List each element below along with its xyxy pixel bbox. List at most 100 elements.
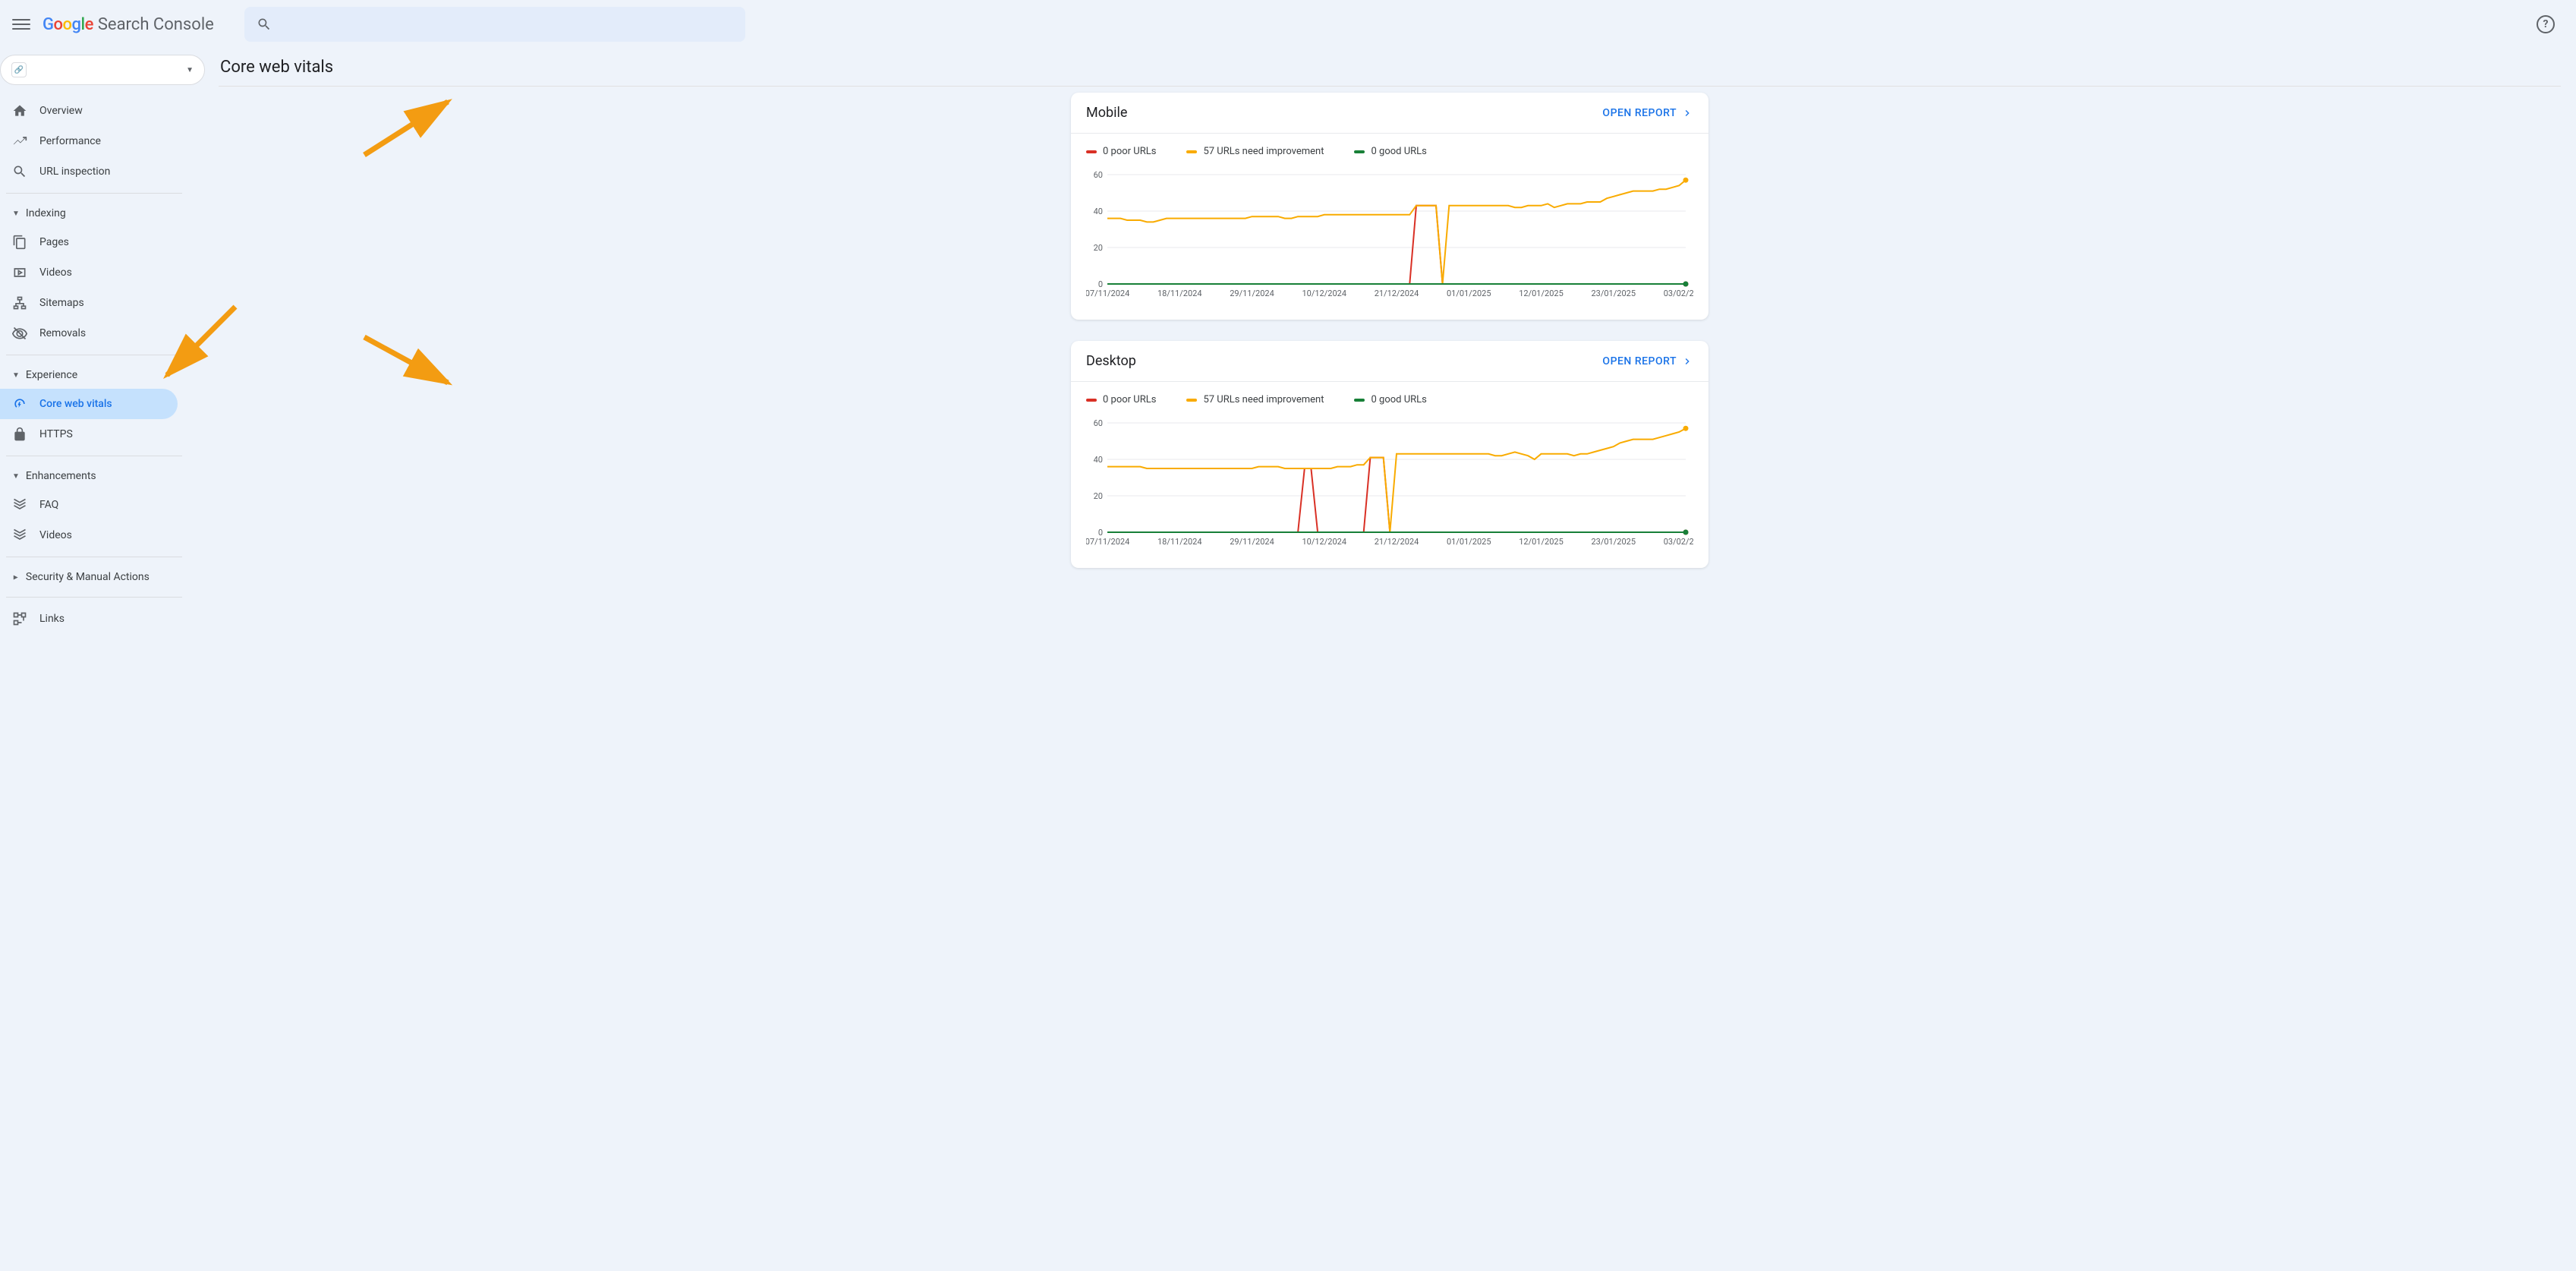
chevron-right-icon <box>1681 107 1693 119</box>
legend-label: 57 URLs need improvement <box>1203 146 1324 157</box>
chart-card-mobile: MobileOPEN REPORT0 poor URLs57 URLs need… <box>1071 93 1708 320</box>
svg-text:18/11/2024: 18/11/2024 <box>1157 289 1202 298</box>
app-logo[interactable]: Google Search Console <box>43 15 214 34</box>
search-input[interactable] <box>244 7 745 42</box>
sidebar-item-faq[interactable]: FAQ <box>0 490 178 520</box>
sidebar-item-label: Videos <box>39 266 72 279</box>
speed-icon <box>12 396 27 412</box>
sidebar-item-label: Links <box>39 613 65 625</box>
legend-item: 0 good URLs <box>1354 146 1426 157</box>
legend-item: 57 URLs need improvement <box>1186 394 1324 405</box>
property-icon: 🔗 <box>11 62 27 77</box>
sidebar-item-links[interactable]: Links <box>0 604 178 634</box>
svg-text:18/11/2024: 18/11/2024 <box>1157 537 1202 547</box>
open-report-link[interactable]: OPEN REPORT <box>1602 107 1693 119</box>
links-icon <box>12 611 27 626</box>
sidebar-item-removals[interactable]: Removals <box>0 318 178 348</box>
legend-label: 0 poor URLs <box>1103 394 1156 405</box>
sidebar-item-label: Removals <box>39 327 86 339</box>
svg-text:29/11/2024: 29/11/2024 <box>1230 537 1274 547</box>
svg-text:12/01/2025: 12/01/2025 <box>1519 537 1564 547</box>
section-label: Experience <box>26 369 77 381</box>
svg-text:03/02/2025: 03/02/2025 <box>1664 289 1693 298</box>
sidebar-item-videos[interactable]: Videos <box>0 257 178 288</box>
product-name: Search Console <box>98 15 214 34</box>
legend-swatch <box>1354 150 1365 153</box>
sidebar-item-overview[interactable]: Overview <box>0 96 178 126</box>
trend-icon <box>12 134 27 149</box>
page-title: Core web vitals <box>219 58 2561 77</box>
chart-legend: 0 poor URLs 57 URLs need improvement 0 goo… <box>1071 382 1708 412</box>
home-icon <box>12 103 27 118</box>
google-logo: Google <box>43 15 93 34</box>
legend-swatch <box>1086 399 1097 402</box>
sidebar-item-label: Core web vitals <box>39 398 112 410</box>
legend-swatch <box>1186 150 1197 153</box>
legend-label: 0 poor URLs <box>1103 146 1156 157</box>
sidebar-item-label: Performance <box>39 135 101 147</box>
sidebar-item-performance[interactable]: Performance <box>0 126 178 156</box>
chart-area: 020406007/11/202418/11/202429/11/202410/… <box>1071 163 1708 320</box>
legend-swatch <box>1354 399 1365 402</box>
legend-label: 0 good URLs <box>1371 146 1426 157</box>
sidebar-item-label: Overview <box>39 105 83 117</box>
sidebar-item-label: HTTPS <box>39 428 73 440</box>
svg-text:60: 60 <box>1094 170 1103 180</box>
legend-item: 0 poor URLs <box>1086 146 1156 157</box>
legend-item: 0 poor URLs <box>1086 394 1156 405</box>
sidebar-item-url-inspection[interactable]: URL inspection <box>0 156 178 187</box>
svg-text:40: 40 <box>1094 207 1103 216</box>
topbar: Google Search Console ? <box>0 0 2576 49</box>
legend-item: 0 good URLs <box>1354 394 1426 405</box>
svg-text:10/12/2024: 10/12/2024 <box>1302 289 1346 298</box>
svg-text:01/01/2025: 01/01/2025 <box>1447 289 1491 298</box>
chevron-down-icon: ▼ <box>12 210 20 218</box>
chart-card-desktop: Desktop OPEN REPORT 0 poor URLs 57 URLs nee… <box>1071 341 1708 568</box>
svg-text:23/01/2025: 23/01/2025 <box>1591 537 1636 547</box>
sidebar-item-label: Sitemaps <box>39 297 84 309</box>
chart-area: 020406007/11/202418/11/202429/11/202410/… <box>1071 412 1708 568</box>
legend-swatch <box>1186 399 1197 402</box>
sidebar-item-videos2[interactable]: Videos <box>0 520 178 550</box>
section-indexing[interactable]: ▼ Indexing <box>0 200 213 227</box>
chart-svg: 020406007/11/202418/11/202429/11/202410/… <box>1086 415 1693 551</box>
section-experience[interactable]: ▼ Experience <box>0 361 213 389</box>
section-enhancements[interactable]: ▼ Enhancements <box>0 462 213 490</box>
svg-text:21/12/2024: 21/12/2024 <box>1375 537 1419 547</box>
open-report-link[interactable]: OPEN REPORT <box>1602 355 1693 367</box>
section-label: Indexing <box>26 207 66 219</box>
chevron-down-icon: ▼ <box>12 472 20 481</box>
sidebar-item-https[interactable]: HTTPS <box>0 419 178 449</box>
svg-text:21/12/2024: 21/12/2024 <box>1375 289 1419 298</box>
chevron-right-icon <box>1681 355 1693 367</box>
svg-text:07/11/2024: 07/11/2024 <box>1086 289 1129 298</box>
sidebar-item-label: Pages <box>39 236 69 248</box>
card-title: Desktop <box>1086 353 1136 369</box>
sidebar-item-core-web-vitals[interactable]: Core web vitals <box>0 389 178 419</box>
chevron-right-icon: ▼ <box>11 573 20 581</box>
legend-swatch <box>1086 150 1097 153</box>
property-picker[interactable]: 🔗 ▼ <box>0 55 205 85</box>
video-icon <box>12 528 27 543</box>
legend-item: 57 URLs need improvement <box>1186 146 1324 157</box>
main-content: Core web vitals MobileOPEN REPORT0 poor … <box>213 49 2576 640</box>
lock-icon <box>12 427 27 442</box>
menu-icon[interactable] <box>12 15 30 33</box>
sidebar-item-sitemaps[interactable]: Sitemaps <box>0 288 178 318</box>
svg-text:23/01/2025: 23/01/2025 <box>1591 289 1636 298</box>
sidebar-item-label: URL inspection <box>39 166 110 178</box>
svg-text:29/11/2024: 29/11/2024 <box>1230 289 1274 298</box>
search-icon <box>12 164 27 179</box>
sitemap-icon <box>12 295 27 311</box>
svg-text:40: 40 <box>1094 455 1103 465</box>
help-icon[interactable]: ? <box>2537 15 2555 33</box>
svg-text:03/02/2025: 03/02/2025 <box>1664 537 1693 547</box>
chart-legend: 0 poor URLs 57 URLs need improvement 0 goo… <box>1071 134 1708 163</box>
chevron-down-icon: ▼ <box>12 371 20 380</box>
svg-text:07/11/2024: 07/11/2024 <box>1086 537 1129 547</box>
section-security[interactable]: ▼ Security & Manual Actions <box>0 563 213 591</box>
faq-icon <box>12 497 27 512</box>
sidebar-item-pages[interactable]: Pages <box>0 227 178 257</box>
svg-text:12/01/2025: 12/01/2025 <box>1519 289 1564 298</box>
chart-svg: 020406007/11/202418/11/202429/11/202410/… <box>1086 166 1693 303</box>
